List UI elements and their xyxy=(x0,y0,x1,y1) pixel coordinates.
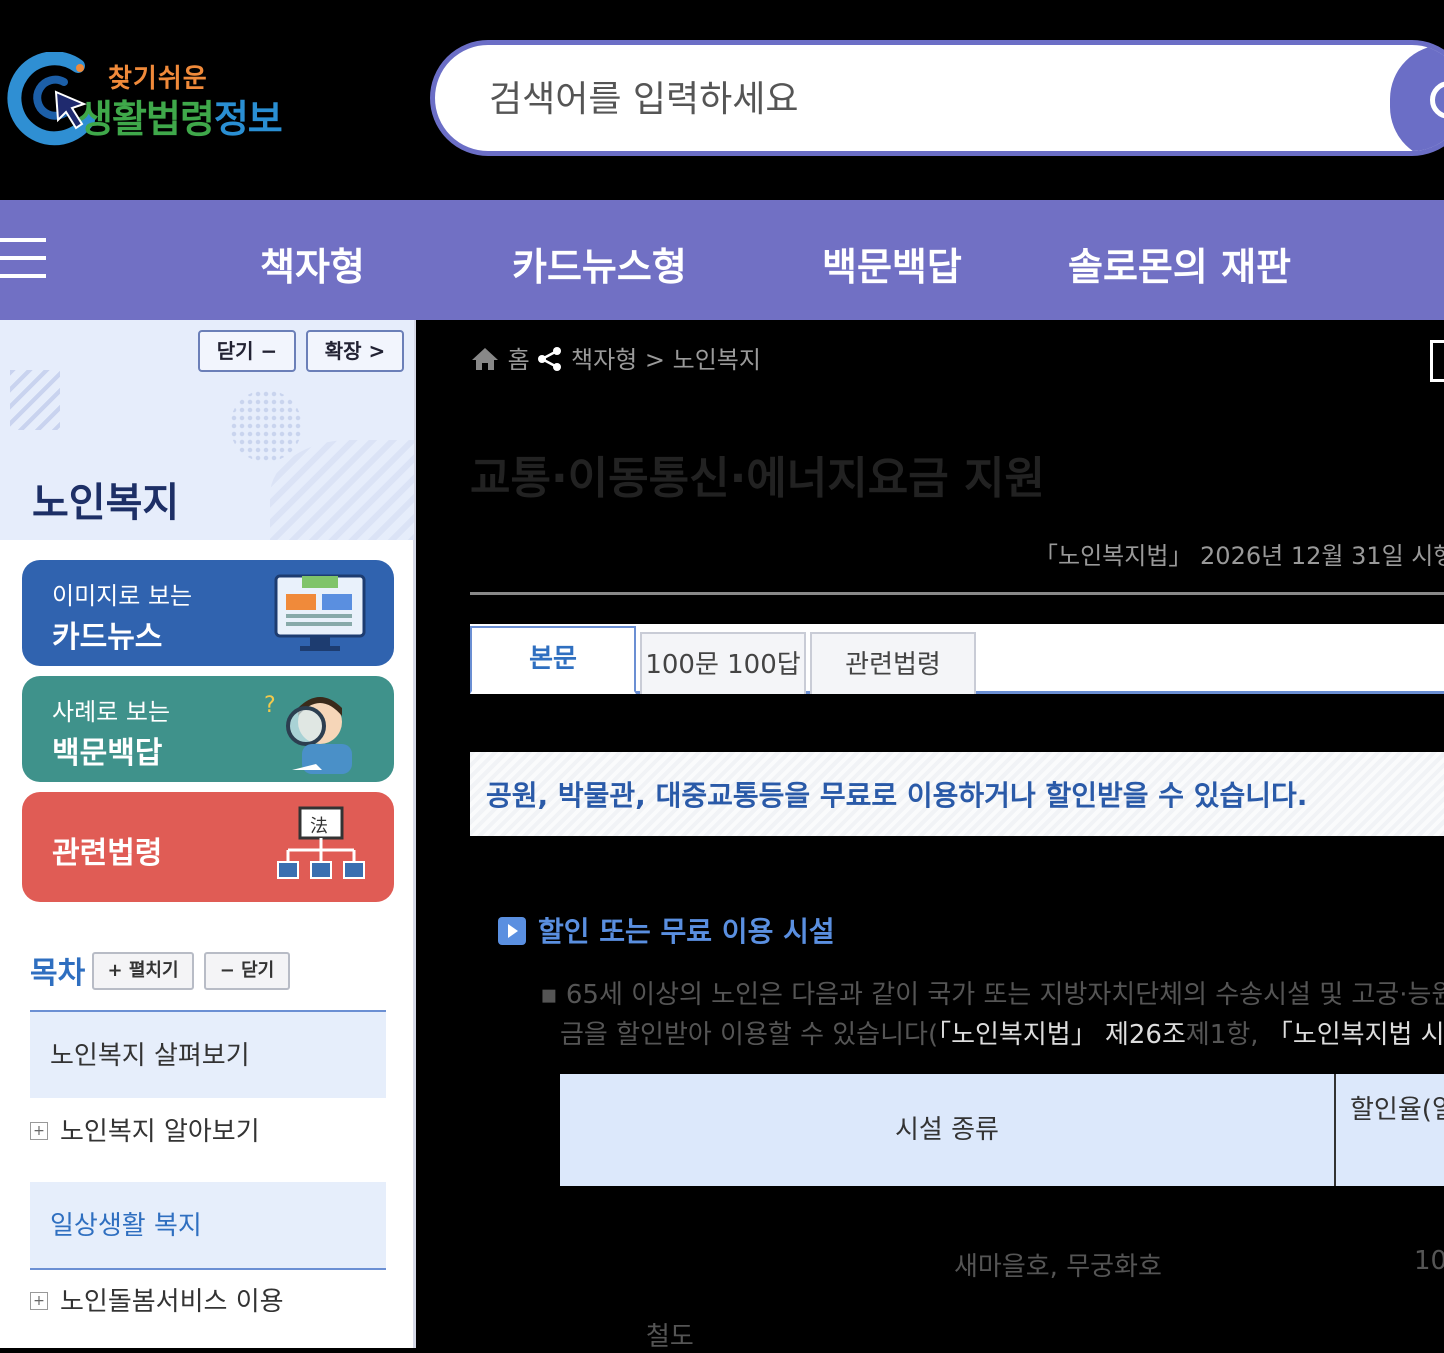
print-button[interactable] xyxy=(1430,340,1444,382)
decor-stripes xyxy=(270,440,414,540)
breadcrumb-home[interactable]: 홈 xyxy=(508,346,530,374)
summary-text: 공원, 박물관, 대중교통등을 무료로 이용하거나 할인받을 수 있습니다. xyxy=(486,779,1308,812)
search-icon xyxy=(1430,81,1444,119)
svg-text:法: 法 xyxy=(310,816,328,837)
section-heading: 할인 또는 무료 이용 시설 xyxy=(498,910,835,950)
search-bar xyxy=(430,40,1444,156)
search-button[interactable] xyxy=(1390,45,1444,151)
content-tabs: 본문 100문 100답 관련법령 xyxy=(470,624,1444,694)
cardnews-sub: 이미지로 보는 xyxy=(52,582,193,610)
monitor-news-icon xyxy=(274,574,366,651)
svg-text:?: ? xyxy=(264,693,276,718)
law-main: 관련법령 xyxy=(52,836,163,871)
logo-text-blue: 정보 xyxy=(213,97,283,141)
toc-item-care-label: 노인돌봄서비스 이용 xyxy=(60,1287,284,1317)
table-header-type: 시설 종류 xyxy=(895,1115,999,1145)
paragraph-line-2: 금을 할인받아 이용할 수 있습니다(「노인복지법」 제26조제1항, 「노인복… xyxy=(560,1014,1444,1051)
sidebar-expand-button[interactable]: 확장 > xyxy=(306,330,404,372)
toc-expand-button[interactable]: + 펼치기 xyxy=(92,952,194,990)
site-logo[interactable]: 찾기쉬운 생활법령정보 xyxy=(0,48,330,148)
toc-item-overview[interactable]: 노인복지 살펴보기 xyxy=(30,1010,386,1098)
tab-100qa[interactable]: 100문 100답 xyxy=(640,632,806,694)
sidebar-title: 노인복지 xyxy=(32,480,180,526)
toc-item-daily[interactable]: 일상생활 복지 xyxy=(30,1182,386,1270)
magnifier-person-icon: ? xyxy=(264,693,352,774)
toc-item-learn-label: 노인복지 알아보기 xyxy=(60,1117,260,1147)
site-header: 찾기쉬운 생활법령정보 xyxy=(0,0,1444,200)
menu-hamburger-icon[interactable] xyxy=(0,238,46,278)
law-effective-date: 「노인복지법」 2026년 12월 31일 시행 xyxy=(1034,542,1444,570)
table-header-rate: 할인율(일 xyxy=(1350,1095,1444,1125)
main-nav: 책자형 카드뉴스형 백문백답 솔로몬의 재판 xyxy=(0,200,1444,320)
search-input[interactable] xyxy=(487,69,1371,129)
breadcrumb: 홈 책자형 > 노인복지 xyxy=(470,340,761,375)
qa-main: 백문백답 xyxy=(52,736,163,771)
plus-icon: + xyxy=(30,1292,48,1310)
table-header: 시설 종류 할인율(일 xyxy=(560,1074,1444,1186)
nav-item-qa[interactable]: 백문백답 xyxy=(822,236,962,291)
home-icon[interactable] xyxy=(470,346,500,372)
share-icon[interactable] xyxy=(537,346,563,372)
toc-item-care[interactable]: + 노인돌봄서비스 이용 xyxy=(30,1258,386,1346)
law-link[interactable]: 「노인복지법」 제26조 xyxy=(938,1020,1186,1050)
toc-collapse-button[interactable]: − 닫기 xyxy=(204,952,290,990)
paragraph-text: 제1항, xyxy=(1185,1020,1267,1050)
law-link[interactable]: 「노인복지법 시 xyxy=(1267,1020,1444,1050)
summary-box: 공원, 박물관, 대중교통등을 무료로 이용하거나 할인받을 수 있습니다. xyxy=(470,752,1444,836)
law-hierarchy-icon: 法 xyxy=(277,806,365,879)
nav-item-solomon[interactable]: 솔로몬의 재판 xyxy=(1068,236,1291,291)
nav-item-cardnews[interactable]: 카드뉴스형 xyxy=(512,236,687,291)
breadcrumb-path[interactable]: 책자형 > 노인복지 xyxy=(571,346,761,374)
tab-body[interactable]: 본문 xyxy=(470,626,636,694)
nav-item-book[interactable]: 책자형 xyxy=(260,236,365,291)
qa-sub: 사례로 보는 xyxy=(52,698,171,726)
plus-icon: + xyxy=(30,1122,48,1140)
toc-item-learn[interactable]: + 노인복지 알아보기 xyxy=(30,1088,386,1176)
logo-text-green: 생활법령 xyxy=(78,97,215,141)
sidebar: 닫기 − 확장 > 노인복지 이미지로 보는 카드뉴스 사례로 보는 백문백답 … xyxy=(0,320,416,1348)
sidebar-close-button[interactable]: 닫기 − xyxy=(198,330,296,372)
decor-lines xyxy=(10,370,60,430)
cardnews-card[interactable]: 이미지로 보는 카드뉴스 xyxy=(22,560,394,666)
toc-label: 목차 xyxy=(30,956,86,991)
paragraph-line-1: ▪ 65세 이상의 노인은 다음과 같이 국가 또는 지방자치단체의 수송시설 … xyxy=(540,980,1444,1010)
page-title: 교통·이동통신·에너지요금 지원 xyxy=(470,453,1045,504)
decor-dots xyxy=(230,390,302,462)
section-heading-text: 할인 또는 무료 이용 시설 xyxy=(538,915,835,948)
title-divider xyxy=(470,592,1444,595)
sidebar-header: 닫기 − 확장 > 노인복지 xyxy=(0,320,414,540)
cardnews-main: 카드뉴스 xyxy=(52,620,163,655)
play-bullet-icon xyxy=(498,917,526,945)
table-cell-rate: 10 xyxy=(1414,1246,1444,1276)
law-card[interactable]: 관련법령 法 xyxy=(22,792,394,902)
table-cell-group: 철도 xyxy=(646,1322,694,1352)
tab-related-law[interactable]: 관련법령 xyxy=(810,632,976,694)
table-cell-type: 새마을호, 무궁화호 xyxy=(954,1252,1162,1282)
logo-text-bottom: 생활법령정보 xyxy=(78,88,283,143)
paragraph-text: 금을 할인받아 이용할 수 있습니다( xyxy=(560,1020,939,1050)
qa-card[interactable]: 사례로 보는 백문백답 ? xyxy=(22,676,394,782)
column-divider xyxy=(1334,1074,1336,1186)
